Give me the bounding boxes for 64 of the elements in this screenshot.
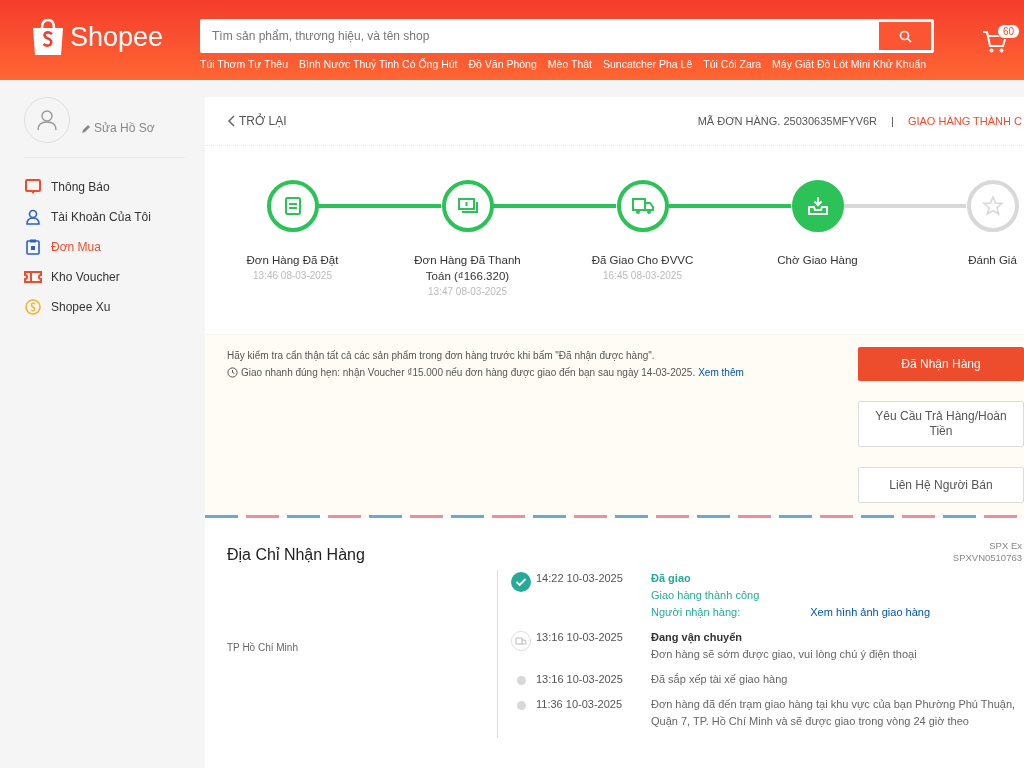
timeline-dot (516, 701, 526, 710)
keyword-link[interactable]: Mèo Thật (547, 58, 592, 70)
event-time: 14:22 10-03-2025 (536, 571, 624, 586)
action-button[interactable]: Liên Hệ Người Bán (858, 467, 1024, 503)
event-title: Đang vận chuyển (651, 630, 744, 646)
order-status: GIAO HÀNG THÀNH C (907, 115, 1022, 127)
keyword-link[interactable]: Đồ Văn Phòng (468, 58, 537, 70)
check-icon (511, 572, 531, 592)
user-icon (36, 109, 58, 131)
keyword-link[interactable]: Túi Thơm Tự Thêu (200, 58, 289, 70)
see-more-link[interactable]: Xem thêm (698, 364, 744, 381)
keyword-link[interactable]: Túi Cói Zara (703, 58, 762, 70)
order-id: MÃ ĐƠN HÀNG. 25030635MFYV6R (697, 115, 878, 127)
keyword-link[interactable]: Máy Giặt Đồ Lót Mini Khử Khuẩn (772, 58, 927, 70)
section-title: Địa Chỉ Nhận Hàng (227, 546, 365, 564)
event-time: 13:16 10-03-2025 (536, 630, 624, 645)
address-city: TP Hồ Chí Minh (227, 642, 298, 653)
delivery-photo-link[interactable]: Xem hình ảnh giao hàng (810, 604, 931, 621)
event-time: 11:36 10-03-2025 (536, 697, 624, 712)
edit-profile-link[interactable]: Sửa Hồ Sơ (94, 121, 155, 135)
shopping-bag-icon (32, 18, 64, 56)
cart-count-badge: 60 (997, 24, 1021, 39)
action-button[interactable]: Yêu Cầu Trả Hàng/Hoàn Tiền (858, 401, 1024, 447)
tracking-number: SPXVN0510763 (952, 552, 1022, 564)
pencil-icon (82, 123, 91, 133)
timeline-dot (516, 676, 526, 685)
star-icon (980, 194, 1005, 218)
step-time: 13:47 08-03-2025 (428, 286, 507, 298)
step-label: Đã Giao Cho ĐVVC (590, 253, 695, 268)
search-field[interactable]: Tìm sản phẩm, thương hiệu, và tên shop (200, 19, 934, 53)
avatar[interactable] (24, 97, 70, 143)
event-text: Đơn hàng sẽ sớm được giao, vui lòng chú ý điện thoại (651, 647, 918, 662)
separator: | (891, 115, 894, 127)
chevron-left-icon (227, 115, 235, 127)
received-button[interactable]: Đã Nhận Hàng (858, 347, 1024, 381)
keyword-link[interactable]: Bình Nước Thuỷ Tinh Có Ống Hút (299, 58, 458, 70)
step-time: 13:46 08-03-2025 (253, 270, 332, 282)
event-time: 13:16 10-03-2025 (536, 672, 624, 687)
keyword-link[interactable]: Suncatcher Pha Lê (603, 58, 693, 70)
sidebar-item[interactable]: Tài Khoản Của Tôi (24, 208, 205, 226)
step-time: 16:45 08-03-2025 (603, 270, 682, 282)
logo-text[interactable]: Shopee (70, 21, 164, 53)
sidebar-item[interactable]: Đơn Mua (24, 238, 205, 256)
notice-text: Hãy kiểm tra cẩn thận tất cả các sản phẩm trong đơn hàng trước khi bấm "Đã nhận được hàng". (227, 349, 656, 363)
event-title: Đã giao (651, 571, 692, 586)
search-button[interactable] (879, 22, 931, 50)
event-text: Đã sắp xếp tài xế giao hàng (651, 672, 789, 687)
clock-icon (227, 367, 238, 378)
truck-icon (511, 631, 531, 651)
step-label: Đơn Hàng Đã Đặt (245, 253, 340, 268)
step-label: Chờ Giao Hàng (776, 253, 859, 268)
sidebar-item[interactable]: Shopee Xu (24, 298, 205, 316)
step-label: Đánh Giá (967, 253, 1018, 268)
event-text: Đơn hàng đã đến trạm giao hàng tại khu vực của bạn Phường Phú Thuận, Quận 7, TP. Hồ Chí Minh và sẽ được giao trong vòng 24 giờ theo (651, 697, 1017, 729)
recipient-label: Người nhận hàng: (651, 605, 741, 620)
inbox-icon (805, 194, 830, 218)
sidebar-item[interactable]: Thông Báo (24, 178, 205, 196)
carrier-name: SPX Ex (988, 540, 1022, 552)
back-button[interactable]: TRỞ LẠI (227, 114, 287, 128)
sidebar-item[interactable]: Kho Voucher (24, 268, 205, 286)
search-icon (898, 29, 912, 43)
event-text: Giao hàng thành công (651, 588, 761, 603)
guarantee-text: Giao nhanh đúng hẹn: nhận Voucher ₫15.000 nếu đơn hàng được giao đến bạn sau ngày 14-03-2025. (241, 366, 696, 380)
step-label: Đơn Hàng Đã Thanh Toán (₫166.320) (413, 253, 522, 285)
